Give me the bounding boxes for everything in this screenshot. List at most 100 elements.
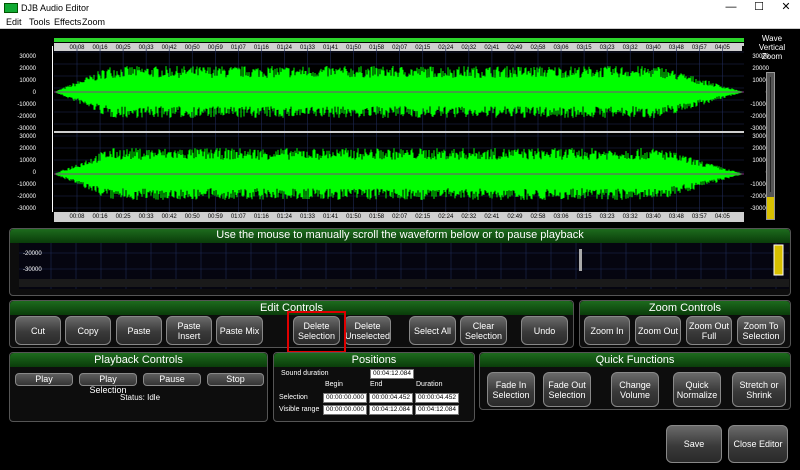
amplitude-label: 10000 (19, 78, 36, 84)
edit-controls-title: Edit Controls (10, 301, 573, 315)
mini-zoom-knob (773, 244, 784, 276)
waveform-canvas[interactable] (54, 46, 744, 212)
time-tick-label: 03:32 (622, 214, 638, 220)
audio-editor-window: DJB Audio Editor — ☐ ✕ Edit Tools Effect… (0, 0, 800, 470)
zoom-in-button[interactable]: Zoom In (584, 316, 630, 345)
sound-duration-label: Sound duration (281, 370, 329, 377)
amplitude-label: 0 (32, 170, 36, 176)
amplitude-label: 30000 (19, 134, 36, 140)
menu-tools[interactable]: Tools (29, 17, 50, 27)
amplitude-label: 0 (32, 90, 36, 96)
selection-bar[interactable] (54, 38, 744, 42)
select-all-button[interactable]: Select All (409, 316, 456, 345)
fade-out-selection-button[interactable]: Fade Out Selection (543, 372, 591, 407)
app-logo-icon (4, 3, 18, 13)
playback-controls-title: Playback Controls (10, 353, 267, 367)
quick-functions-title: Quick Functions (480, 353, 790, 367)
stop-button[interactable]: Stop (207, 373, 264, 386)
delete-unselected-button[interactable]: Delete Unselected (344, 316, 391, 345)
time-tick-label: 01:50 (346, 214, 362, 220)
paste-mix-button[interactable]: Paste Mix (216, 316, 263, 345)
save-button[interactable]: Save (666, 425, 722, 463)
playback-controls-panel: Playback Controls (9, 352, 268, 422)
mini-amplitude-label: -20000 (23, 251, 42, 257)
delete-selection-button[interactable]: Delete Selection (293, 316, 340, 345)
playback-status: Status: Idle (120, 393, 161, 402)
time-tick-label: 00:33 (138, 214, 154, 220)
time-tick-label: 03:40 (645, 214, 661, 220)
zoom-out-button[interactable]: Zoom Out (635, 316, 681, 345)
time-tick-label: 00:59 (207, 214, 223, 220)
stretch-or-shrink-button[interactable]: Stretch or Shrink (732, 372, 786, 407)
time-tick-label: 02:58 (530, 214, 546, 220)
zoom-to-selection-button[interactable]: Zoom To Selection (737, 316, 785, 345)
amplitude-label: 30000 (19, 54, 36, 60)
time-tick-label: 02:32 (461, 214, 477, 220)
end-column-header: End (370, 381, 383, 388)
visible-begin-field[interactable]: 00:00:00.000 (323, 405, 367, 415)
duration-column-header: Duration (416, 381, 443, 388)
mini-waveform[interactable]: -20000 -30000 (19, 243, 789, 289)
waveform-display[interactable]: 00:08 00:16 00:25 00:33 00:42 00:50 00:59 01:07… (14, 34, 772, 224)
amplitude-scale-left: 30000 20000 10000 0 -10000 -20000 -30000 30000 2… (14, 46, 52, 212)
menu-bar: Edit Tools Effects Zoom (0, 16, 800, 29)
quick-normalize-button[interactable]: Quick Normalize (673, 372, 721, 407)
amplitude-label: -30000 (17, 126, 36, 132)
amplitude-label: -30000 (17, 206, 36, 212)
time-tick-label: 01:16 (253, 214, 269, 220)
zoom-label-line-2: Vertical (758, 43, 786, 52)
play-button[interactable]: Play (15, 373, 73, 386)
zoom-out-full-button[interactable]: Zoom Out Full (686, 316, 732, 345)
menu-effects[interactable]: Effects (54, 17, 81, 27)
time-tick-label: 02:41 (484, 214, 500, 220)
time-tick-label: 03:57 (691, 214, 707, 220)
amplitude-label: -10000 (17, 182, 36, 188)
time-tick-label: 03:23 (599, 214, 615, 220)
zoom-label-line-3: Zoom (761, 52, 783, 61)
visible-range-label: Visible range (279, 406, 320, 413)
title-bar: DJB Audio Editor — ☐ ✕ (0, 0, 800, 16)
time-tick-label: 00:25 (115, 214, 131, 220)
amplitude-label: 10000 (19, 158, 36, 164)
selection-end-field[interactable]: 00:00:04.452 (369, 393, 413, 403)
undo-button[interactable]: Undo (521, 316, 568, 345)
pause-button[interactable]: Pause (143, 373, 201, 386)
clear-selection-button[interactable]: Clear Selection (460, 316, 507, 345)
close-editor-button[interactable]: Close Editor (728, 425, 788, 463)
time-ruler-bottom: 00:08 00:16 00:25 00:33 00:42 00:50 00:59 01:07… (54, 212, 744, 222)
close-window-button[interactable]: ✕ (772, 0, 800, 16)
time-tick-label: 03:15 (576, 214, 592, 220)
amplitude-label: 20000 (19, 66, 36, 72)
menu-zoom[interactable]: Zoom (82, 17, 105, 27)
visible-duration-field[interactable]: 00:04:12.084 (415, 405, 459, 415)
selection-duration-field[interactable]: 00:00:04.452 (415, 393, 459, 403)
time-tick-label: 02:24 (438, 214, 454, 220)
mini-position-marker (579, 249, 582, 271)
mini-reflection-strip (19, 279, 789, 287)
paste-insert-button[interactable]: Paste Insert (166, 316, 212, 345)
menu-edit[interactable]: Edit (6, 17, 22, 27)
time-tick-label: 01:41 (323, 214, 339, 220)
time-tick-label: 01:33 (299, 214, 316, 220)
fade-in-selection-button[interactable]: Fade In Selection (487, 372, 535, 407)
selection-row-label: Selection (279, 394, 308, 401)
sound-duration-value: 00:04:12.084 (370, 369, 414, 379)
scroll-waveform-panel[interactable]: Use the mouse to manually scroll the wav… (9, 228, 791, 296)
time-tick-label: 00:42 (161, 214, 177, 220)
vertical-zoom-slider[interactable] (766, 72, 775, 220)
time-tick-label: 01:58 (369, 214, 385, 220)
selection-begin-field[interactable]: 00:00:00.000 (323, 393, 367, 403)
zoom-label-line-1: Wave (761, 34, 783, 43)
visible-end-field[interactable]: 00:04:12.084 (369, 405, 413, 415)
maximize-button[interactable]: ☐ (745, 0, 773, 16)
paste-button[interactable]: Paste (116, 316, 162, 345)
time-tick-label: 03:06 (553, 214, 569, 220)
minimize-button[interactable]: — (717, 0, 745, 16)
amplitude-label: -10000 (17, 102, 36, 108)
time-tick-label: 02:49 (507, 214, 523, 220)
play-selection-button[interactable]: Play Selection (79, 373, 137, 395)
slider-knob[interactable] (767, 197, 774, 219)
change-volume-button[interactable]: Change Volume (611, 372, 659, 407)
copy-button[interactable]: Copy (65, 316, 111, 345)
cut-button[interactable]: Cut (15, 316, 61, 345)
